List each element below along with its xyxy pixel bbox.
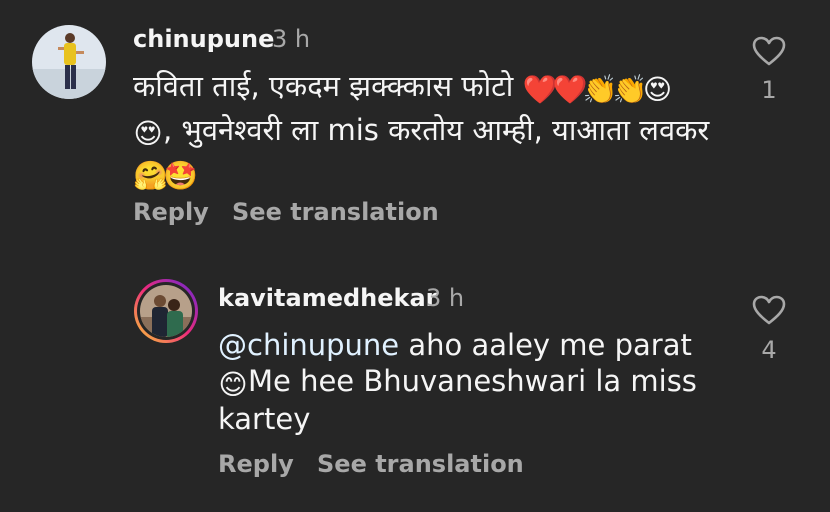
reply-button[interactable]: Reply [133,198,209,226]
see-translation-button[interactable]: See translation [232,198,439,226]
comment-text-line: kartey [218,402,311,436]
clapping-hands-emoji: 👏 [582,73,618,106]
heart-outline-icon[interactable] [752,295,786,325]
heart-eyes-emoji: 😍 [133,117,163,150]
comment-text-line: aho aaley me parat [399,328,692,362]
comment-username[interactable]: chinupune [133,25,274,53]
like-count: 4 [761,336,777,364]
red-heart-emoji: ❤️ [552,73,588,106]
mention-link[interactable]: @chinupune [218,328,399,362]
comment-text-line: कविता ताई, एकदम झक्क्कास फोटो [133,69,514,103]
comment-text: कविता ताई, एकदम झक्क्कास फोटो ❤️❤️👏👏😍 😍,… [133,68,733,192]
like-count: 1 [761,76,777,104]
clapping-hands-emoji: 👏 [612,73,648,106]
comment-text: @chinupune aho aaley me parat 😊Me hee Bh… [218,327,738,437]
avatar-chinupune[interactable] [32,25,106,99]
comment-username[interactable]: kavitamedhekar [218,284,438,312]
comment-text-line: , भुवनेश्वरी ला mis करतोय आम्ही, याआता ल… [163,113,710,147]
comment-timestamp: 3 h [426,284,465,312]
heart-outline-icon[interactable] [752,36,786,66]
comment-timestamp: 3 h [272,25,311,53]
see-translation-button[interactable]: See translation [317,450,524,478]
reply-button[interactable]: Reply [218,450,294,478]
heart-eyes-emoji: 😍 [642,73,673,106]
avatar-kavitamedhekar[interactable] [132,277,200,345]
smiling-face-emoji: 😊 [218,368,248,401]
hugging-face-emoji: 🤗 [133,159,168,192]
comment-text-line: Me hee Bhuvaneshwari la miss [248,364,697,398]
red-heart-emoji: ❤️ [522,73,558,106]
star-struck-emoji: 🤩 [163,159,198,192]
